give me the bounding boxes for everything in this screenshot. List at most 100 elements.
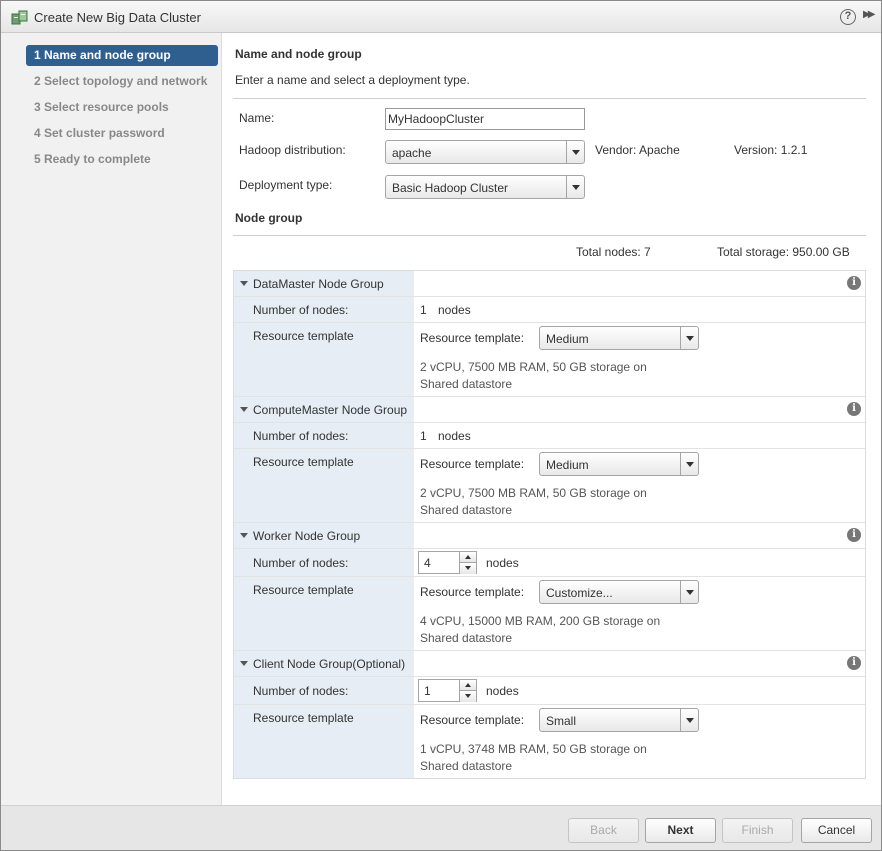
decrement-icon[interactable]	[459, 691, 476, 702]
stepper-value: 1	[424, 684, 431, 698]
info-icon[interactable]: i	[847, 402, 861, 416]
template-field-label: Resource template:	[420, 585, 525, 599]
nodes-count: 1	[420, 429, 427, 443]
step-ready-to-complete: 5 Ready to complete	[34, 152, 151, 166]
collapse-icon[interactable]	[240, 533, 248, 538]
vendor-text: Vendor: Apache	[595, 143, 680, 157]
wizard-window: Create New Big Data Cluster ? ▶▶ 1 Name …	[0, 0, 882, 851]
chevron-down-icon	[566, 176, 584, 198]
help-icon[interactable]: ?	[840, 9, 856, 25]
template-description: 2 vCPU, 7500 MB RAM, 50 GB storage on Sh…	[420, 359, 680, 393]
divider	[233, 98, 866, 99]
nodes-label: Number of nodes:	[253, 684, 349, 698]
main-panel: Name and node group Enter a name and sel…	[223, 33, 881, 805]
nodes-row: Number of nodes: 4 nodes	[234, 549, 865, 577]
chevron-down-icon	[680, 709, 698, 731]
distribution-label: Hadoop distribution:	[239, 143, 346, 157]
template-desc-line2: Shared datastore	[420, 631, 513, 645]
chevron-down-icon	[566, 141, 584, 163]
title-bar: Create New Big Data Cluster ? ▶▶	[1, 1, 881, 33]
nodes-label: Number of nodes:	[253, 303, 349, 317]
section-title: Name and node group	[235, 47, 362, 61]
collapse-icon[interactable]	[240, 281, 248, 286]
template-select[interactable]: Medium	[539, 452, 699, 476]
info-icon[interactable]: i	[847, 528, 861, 542]
template-row: Resource template Resource template: Med…	[234, 323, 865, 397]
group-header-worker[interactable]: Worker Node Group i	[234, 523, 865, 549]
nodes-unit: nodes	[438, 429, 471, 443]
nodes-stepper[interactable]: 4	[418, 551, 477, 574]
template-select[interactable]: Small	[539, 708, 699, 732]
step-set-cluster-password: 4 Set cluster password	[34, 126, 165, 140]
nodes-row: Number of nodes: 1 nodes	[234, 297, 865, 323]
group-name: DataMaster Node Group	[253, 277, 384, 291]
template-select[interactable]: Customize...	[539, 580, 699, 604]
chevron-down-icon	[680, 581, 698, 603]
nodes-row: Number of nodes: 1 nodes	[234, 423, 865, 449]
increment-icon[interactable]	[459, 552, 476, 563]
nodes-unit: nodes	[486, 556, 519, 570]
template-desc-line2: Shared datastore	[420, 759, 513, 773]
collapse-icon[interactable]	[240, 407, 248, 412]
template-field-label: Resource template:	[420, 331, 525, 345]
nodes-unit: nodes	[486, 684, 519, 698]
template-field-label: Resource template:	[420, 457, 525, 471]
wizard-footer: Back Next Finish Cancel	[1, 805, 881, 850]
decrement-icon[interactable]	[459, 563, 476, 574]
distribution-select[interactable]: apache	[385, 140, 585, 164]
template-desc-line2: Shared datastore	[420, 377, 513, 391]
template-desc-line1: 2 vCPU, 7500 MB RAM, 50 GB storage on	[420, 360, 647, 374]
increment-icon[interactable]	[459, 680, 476, 691]
group-header-client[interactable]: Client Node Group(Optional) i	[234, 651, 865, 677]
chevron-down-icon	[680, 327, 698, 349]
cluster-icon	[11, 10, 28, 25]
info-icon[interactable]: i	[847, 276, 861, 290]
template-value: Medium	[546, 332, 589, 346]
template-label: Resource template	[253, 583, 354, 597]
nodes-label: Number of nodes:	[253, 556, 349, 570]
template-description: 2 vCPU, 7500 MB RAM, 50 GB storage on Sh…	[420, 485, 680, 519]
template-desc-line1: 4 vCPU, 15000 MB RAM, 200 GB storage on	[420, 614, 661, 628]
name-input[interactable]	[385, 108, 585, 130]
group-header-datamaster[interactable]: DataMaster Node Group i	[234, 271, 865, 297]
template-desc-line1: 2 vCPU, 7500 MB RAM, 50 GB storage on	[420, 486, 647, 500]
window-title: Create New Big Data Cluster	[34, 10, 201, 25]
template-value: Medium	[546, 458, 589, 472]
group-header-computemaster[interactable]: ComputeMaster Node Group i	[234, 397, 865, 423]
collapse-icon[interactable]	[240, 661, 248, 666]
step-select-resource-pools: 3 Select resource pools	[34, 100, 169, 114]
expand-icon[interactable]: ▶▶	[863, 9, 876, 20]
nodes-row: Number of nodes: 1 nodes	[234, 677, 865, 705]
template-select[interactable]: Medium	[539, 326, 699, 350]
nodes-count: 1	[420, 303, 427, 317]
next-button[interactable]: Next	[645, 818, 716, 843]
nodes-label: Number of nodes:	[253, 429, 349, 443]
node-group-table: DataMaster Node Group i Number of nodes:…	[233, 270, 866, 779]
step-name-and-node-group[interactable]: 1 Name and node group	[26, 45, 218, 66]
group-name: ComputeMaster Node Group	[253, 403, 408, 417]
group-name: Worker Node Group	[253, 529, 361, 543]
finish-button[interactable]: Finish	[722, 818, 793, 843]
distribution-value: apache	[392, 146, 432, 160]
info-icon[interactable]: i	[847, 656, 861, 670]
nodes-stepper[interactable]: 1	[418, 679, 477, 702]
template-label: Resource template	[253, 455, 354, 469]
template-row: Resource template Resource template: Cus…	[234, 577, 865, 651]
group-name: Client Node Group(Optional)	[253, 657, 406, 671]
section-description: Enter a name and select a deployment typ…	[235, 73, 470, 87]
template-field-label: Resource template:	[420, 713, 525, 727]
template-row: Resource template Resource template: Med…	[234, 449, 865, 523]
template-label: Resource template	[253, 329, 354, 343]
template-desc-line1: 1 vCPU, 3748 MB RAM, 50 GB storage on	[420, 742, 647, 756]
template-value: Small	[546, 714, 577, 728]
wizard-steps: 1 Name and node group 2 Select topology …	[1, 33, 222, 805]
cancel-button[interactable]: Cancel	[801, 818, 872, 843]
chevron-down-icon	[680, 453, 698, 475]
deployment-select[interactable]: Basic Hadoop Cluster	[385, 175, 585, 199]
template-row: Resource template Resource template: Sma…	[234, 705, 865, 778]
template-description: 1 vCPU, 3748 MB RAM, 50 GB storage on Sh…	[420, 741, 680, 775]
back-button[interactable]: Back	[568, 818, 639, 843]
template-label: Resource template	[253, 711, 354, 725]
template-description: 4 vCPU, 15000 MB RAM, 200 GB storage on …	[420, 613, 680, 647]
deployment-value: Basic Hadoop Cluster	[392, 181, 509, 195]
